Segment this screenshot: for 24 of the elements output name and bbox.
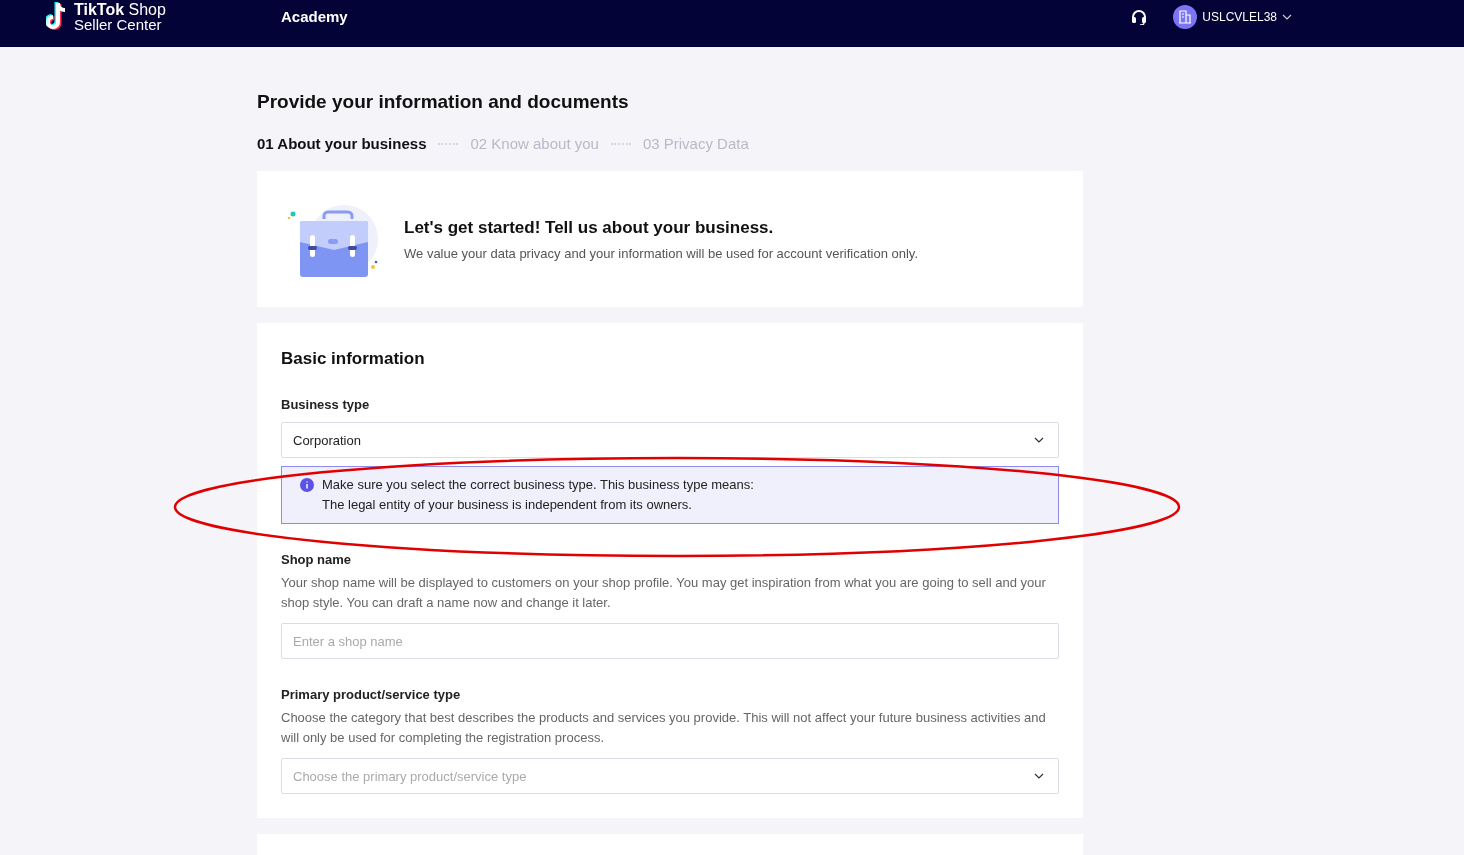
chevron-down-icon[interactable] (1282, 13, 1292, 20)
field-label: Shop name (281, 552, 353, 567)
field-description: Choose the category that best describes the products and services you provide. This will not affect your future business activities and will only be used for completing the registration process. (281, 709, 1047, 747)
field-description: Your shop name will be displayed to customers on your shop profile. You may get inspiration from what you are going to sell and your shop style. You can draft a name now and change it later. (281, 574, 1047, 612)
notice-text: The legal entity of your business is independent from its owners. (322, 496, 693, 514)
intro-text: We value your data privacy and your information will be used for account verification only. (404, 245, 918, 261)
input-field[interactable]: Enter a shop name (281, 623, 1059, 659)
chevron-down-icon (1034, 437, 1044, 443)
logo-title: TikTok Shop (74, 1, 166, 17)
notice-text: Make sure you select the correct business type. This business type means: (322, 476, 754, 494)
logo-subtitle: Seller Center (74, 16, 162, 32)
intro-title: Let's get started! Tell us about your business. (404, 217, 775, 238)
account-name[interactable]: USLCVLEL38 (1202, 9, 1277, 24)
field-label: Business type (281, 397, 371, 412)
nav-link[interactable]: Academy (281, 8, 348, 25)
building-avatar-icon[interactable] (1173, 4, 1198, 29)
info-icon (300, 478, 314, 492)
page-title: Provide your information and documents (257, 91, 630, 113)
section-title: Basic information (281, 349, 426, 369)
chevron-down-icon (1034, 773, 1044, 779)
select-field[interactable]: Corporation (281, 422, 1059, 458)
field-label: Primary product/service type (281, 687, 462, 702)
step-tab[interactable]: 01 About your business (257, 135, 427, 152)
headset-icon[interactable] (1131, 8, 1148, 25)
